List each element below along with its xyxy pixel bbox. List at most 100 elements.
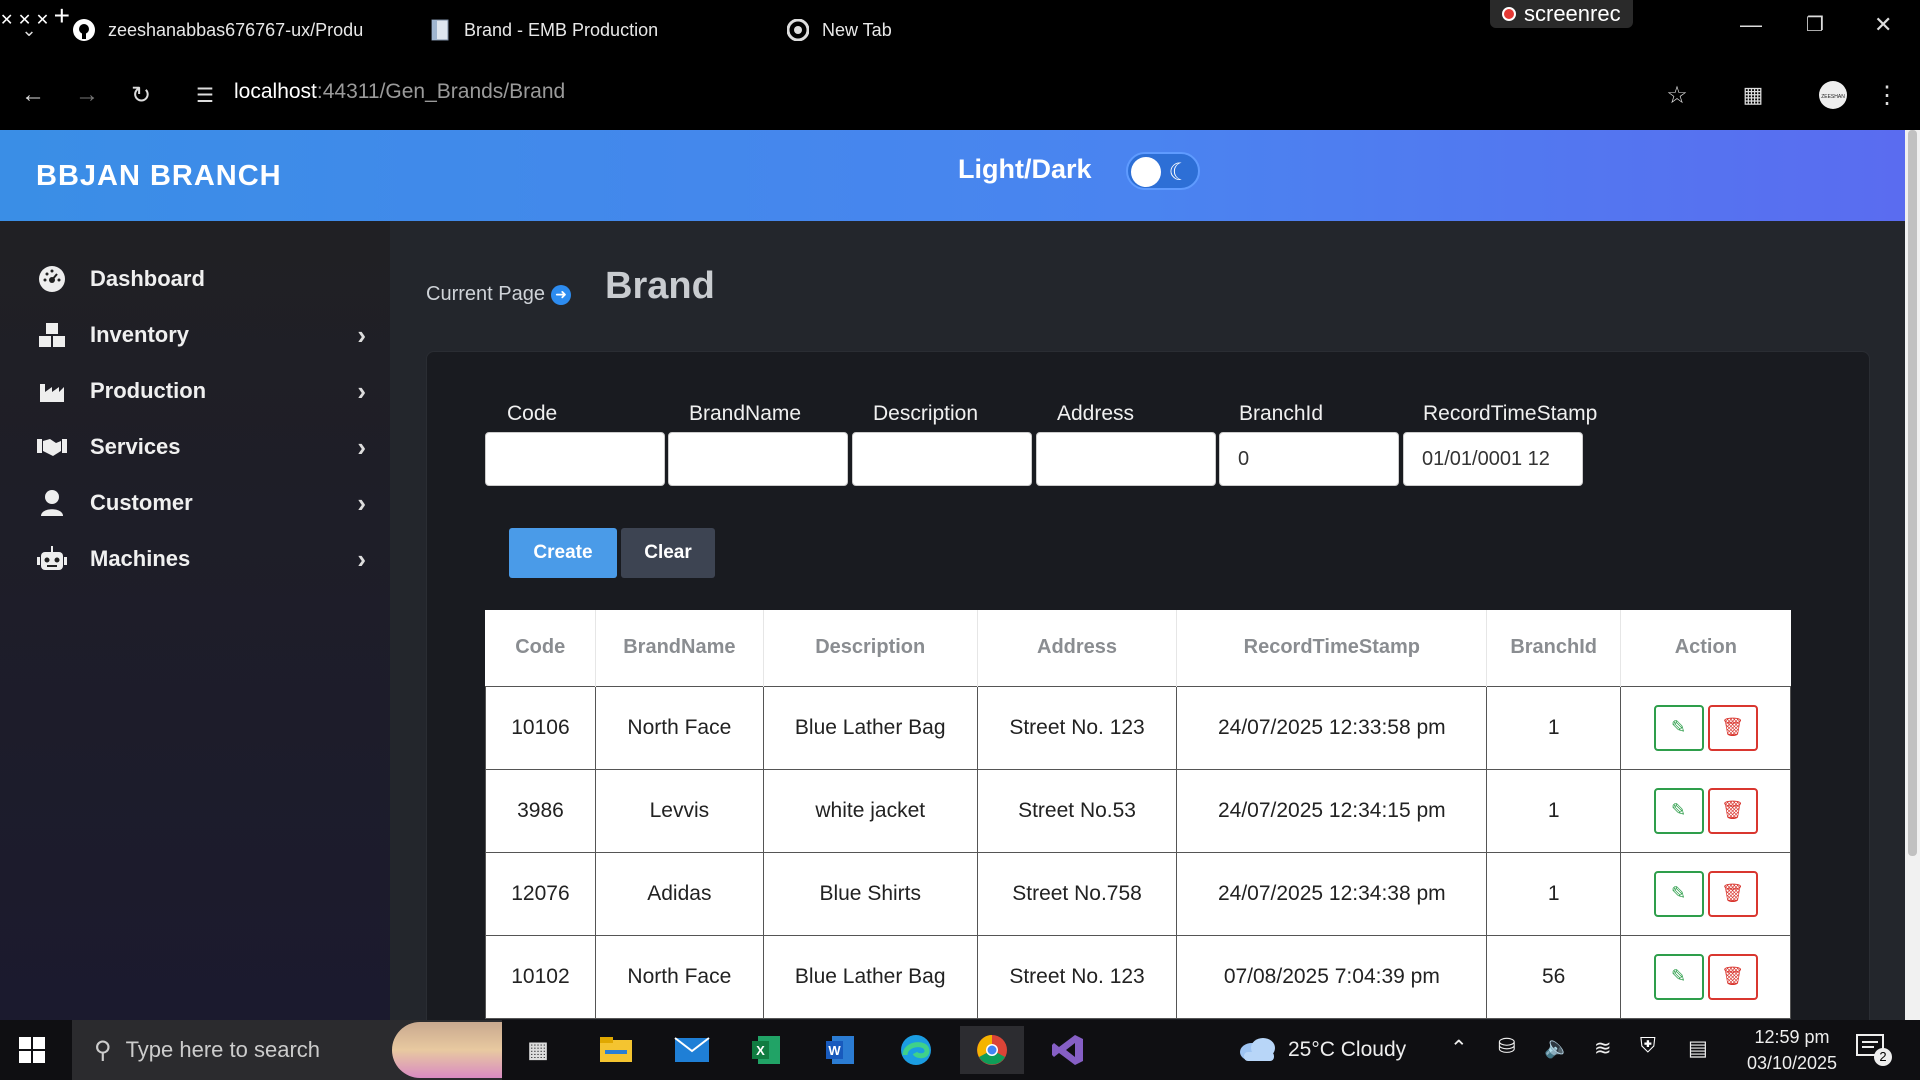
notification-badge: 2 <box>1874 1048 1892 1066</box>
cell-recordtimestamp: 07/08/2025 7:04:39 pm <box>1176 934 1488 1019</box>
sidebar-item-production[interactable]: Production › <box>36 371 366 411</box>
brand-card: Code BrandName Description Address Branc… <box>426 351 1870 1051</box>
edge-icon[interactable] <box>884 1026 948 1074</box>
speaker-icon[interactable]: 🔈 <box>1544 1036 1570 1060</box>
recordtimestamp-input[interactable] <box>1403 432 1583 486</box>
cell-code: 12076 <box>485 851 596 936</box>
factory-icon <box>36 375 68 407</box>
star-bookmark-icon[interactable]: ☆ <box>1660 78 1694 112</box>
cell-brandname: North Face <box>594 685 764 770</box>
url-field[interactable]: localhost:44311/Gen_Brands/Brand <box>234 80 565 104</box>
edit-icon[interactable]: ✎ <box>1653 787 1704 834</box>
chevron-right-icon: › <box>357 487 366 518</box>
brand-table: Code BrandName Description Address Recor… <box>485 610 1791 1019</box>
sidebar-item-label: Customer <box>90 490 193 515</box>
url-host: localhost <box>234 80 317 103</box>
mail-icon[interactable] <box>660 1026 724 1074</box>
file-explorer-icon[interactable] <box>584 1026 648 1074</box>
clear-button[interactable]: Clear <box>621 528 715 578</box>
edit-icon[interactable]: ✎ <box>1653 870 1704 917</box>
reload-icon[interactable]: ↻ <box>124 78 158 112</box>
taskbar-search[interactable]: ⚲ Type here to search <box>72 1020 502 1080</box>
cell-action: ✎ 🗑 <box>1620 851 1791 936</box>
cell-description: Blue Lather Bag <box>762 685 978 770</box>
code-input[interactable] <box>485 432 665 486</box>
trash-icon[interactable]: 🗑 <box>1707 787 1758 834</box>
task-view-icon[interactable]: ▦ <box>506 1026 570 1074</box>
cell-recordtimestamp: 24/07/2025 12:34:38 pm <box>1176 851 1488 936</box>
minimize-icon[interactable]: — <box>1740 12 1762 38</box>
column-header: Address <box>977 610 1178 686</box>
scrollbar-thumb[interactable] <box>1908 130 1917 856</box>
excel-icon[interactable]: X <box>734 1026 798 1074</box>
tab-new[interactable]: New Tab <box>786 0 892 60</box>
back-arrow-icon[interactable]: ← <box>16 78 50 112</box>
sidebar-item-label: Services <box>90 434 181 459</box>
extensions-icon[interactable]: ▦ <box>1736 78 1770 112</box>
boxes-icon <box>36 319 68 351</box>
sidebar-item-inventory[interactable]: Inventory › <box>36 315 366 355</box>
robot-icon <box>36 543 68 575</box>
cell-action: ✎ 🗑 <box>1620 934 1791 1019</box>
windows-taskbar: ⚲ Type here to search ▦ X W 25°C Cloudy … <box>0 1020 1920 1080</box>
theme-toggle[interactable]: ☾ <box>1126 152 1200 190</box>
trash-icon[interactable]: 🗑 <box>1707 704 1758 751</box>
battery-icon[interactable]: ▤ <box>1688 1036 1708 1061</box>
search-icon: ⚲ <box>94 1036 112 1064</box>
sidebar-item-services[interactable]: Services › <box>36 427 366 467</box>
edit-icon[interactable]: ✎ <box>1653 704 1704 751</box>
sidebar-item-label: Inventory <box>90 322 190 347</box>
cell-branchid: 56 <box>1486 934 1622 1019</box>
trash-icon[interactable]: 🗑 <box>1707 870 1758 917</box>
chrome-taskbar-icon[interactable] <box>960 1026 1024 1074</box>
word-icon[interactable]: W <box>808 1026 872 1074</box>
tab-search-chevron-icon[interactable]: ⌄ <box>12 13 46 47</box>
window-close-icon[interactable]: ✕ <box>1874 12 1892 38</box>
table-header-row: Code BrandName Description Address Recor… <box>485 610 1791 686</box>
cell-recordtimestamp: 24/07/2025 12:34:15 pm <box>1176 768 1488 853</box>
taskbar-clock[interactable]: 12:59 pm 03/10/2025 <box>1734 1024 1850 1076</box>
sidebar-item-dashboard[interactable]: Dashboard <box>36 259 366 299</box>
search-highlight-illustration <box>392 1022 502 1078</box>
wifi-icon[interactable]: ≋ <box>1594 1036 1612 1061</box>
create-button[interactable]: Create <box>509 528 617 578</box>
network-drive-icon[interactable]: ⛁ <box>1498 1034 1516 1059</box>
security-shield-icon[interactable]: ⛨ <box>1640 1034 1656 1058</box>
branchid-input[interactable] <box>1219 432 1399 486</box>
cell-brandname: Adidas <box>594 851 764 936</box>
visual-studio-icon[interactable] <box>1036 1026 1100 1074</box>
tray-overflow-chevron-icon[interactable]: ⌃ <box>1450 1036 1468 1061</box>
site-settings-icon[interactable]: ☰ <box>188 78 222 112</box>
edit-icon[interactable]: ✎ <box>1653 953 1704 1000</box>
arrow-circle-right-icon: ➜ <box>550 284 571 305</box>
tab-github[interactable]: zeeshanabbas676767-ux/Produ <box>72 0 363 60</box>
tab-brand[interactable]: Brand - EMB Production <box>428 0 659 60</box>
restore-icon[interactable]: ❐ <box>1806 12 1824 37</box>
windows-start-icon[interactable] <box>18 1036 46 1064</box>
top-header: BBJAN BRANCH Light/Dark ☾ <box>0 130 1905 221</box>
cell-description: Blue Shirts <box>762 851 978 936</box>
forward-arrow-icon[interactable]: → <box>70 78 104 112</box>
sidebar-item-customer[interactable]: Customer › <box>36 483 366 523</box>
sidebar-item-machines[interactable]: Machines › <box>36 539 366 579</box>
chevron-right-icon: › <box>357 431 366 462</box>
cell-code: 10102 <box>485 934 596 1019</box>
notification-center-icon[interactable]: 2 <box>1856 1034 1892 1066</box>
toggle-knob <box>1131 157 1161 187</box>
new-tab-plus-icon[interactable]: + <box>54 0 70 31</box>
trash-icon[interactable]: 🗑 <box>1707 953 1758 1000</box>
weather-text: 25°C Cloudy <box>1288 1038 1407 1061</box>
browser-menu-icon[interactable]: ⋮ <box>1870 78 1904 112</box>
column-header: Code <box>485 610 596 686</box>
column-header: BranchId <box>1486 610 1622 686</box>
description-input[interactable] <box>852 432 1032 486</box>
svg-text:W: W <box>828 1043 841 1058</box>
branch-title: BBJAN BRANCH <box>36 160 282 192</box>
table-row: 12076 Adidas Blue Shirts Street No.758 2… <box>485 851 1791 936</box>
cloud-weather-icon[interactable] <box>1238 1036 1278 1067</box>
address-input[interactable] <box>1036 432 1216 486</box>
brandname-input[interactable] <box>668 432 848 486</box>
page-scrollbar[interactable] <box>1905 130 1920 1020</box>
profile-avatar[interactable]: ZEESHAN <box>1816 78 1850 112</box>
cell-code: 10106 <box>485 685 596 770</box>
